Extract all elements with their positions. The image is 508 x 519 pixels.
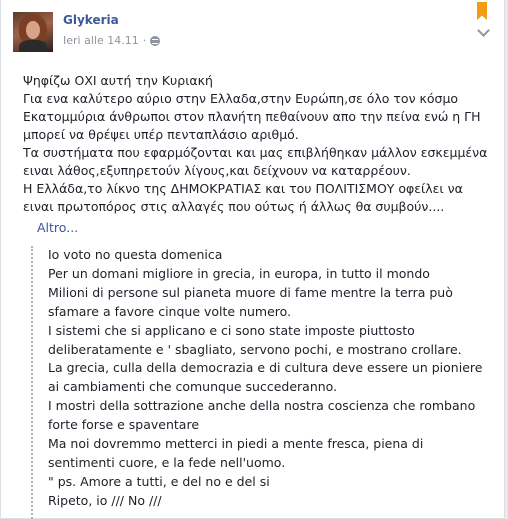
greek-text-line: Τα συστήματα που εφαρμόζονται και μας επ… [23,145,488,160]
bookmark-icon[interactable] [477,2,487,20]
see-more-link[interactable]: Altro... [37,220,78,235]
greek-text-line: Για ενα καλύτερο αύριο στην Ελλαδα,στην … [23,91,459,106]
italian-text-line: Io voto no questa domenica [48,247,223,262]
globe-icon[interactable] [150,35,161,46]
greek-text-line: Εκατομμύρια άνθρωποι στον πλανήτη πεθαίν… [23,109,481,124]
author-name[interactable]: Glykeria [63,13,119,27]
italian-text-line: I sistemi che si applicano e ci sono sta… [48,322,415,338]
post-meta: Ieri alle 14.11 · [63,34,161,47]
chevron-down-icon[interactable] [477,24,490,37]
italian-text-line: sfamare a favore cinque volte numero. [48,303,292,319]
italian-text-line: forte forse e spaventare [48,417,200,433]
italian-text-line: Ma noi dovremmo metterci in piedi a ment… [48,436,424,452]
italian-text-line: Per un domani migliore in grecia, in eur… [48,265,430,281]
greek-text-line: ειναι πρωτοπόρος στις αλλαγές που ούτως … [23,199,445,214]
greek-text-line: μπορεί να θρέψει υπέρ πενταπλάσιο αριθμό… [23,127,299,142]
italian-text-line: Ripeto, io /// No /// [48,492,162,508]
meta-separator: · [142,34,147,47]
italian-text-line: I mostri della sottrazione anche della n… [48,398,476,414]
post-text-greek: Ψηφίζω ΟΧΙ αυτή την Κυριακή Για ενα καλύτ… [23,72,501,216]
post-timestamp[interactable]: Ieri alle 14.11 [63,34,139,47]
italian-text-line: sentimenti cuore, e la fede nell'uomo. [48,454,286,470]
greek-text-line: Η Ελλάδα,το λίκνο της ΔΗΜΟΚΡΑΤΙΑΣ και το… [23,181,463,196]
translation-block: Io voto no questa domenica Per un domani … [31,246,501,519]
greek-text-line: Ψηφίζω ΟΧΙ αυτή την Κυριακή [23,73,213,88]
avatar[interactable] [13,12,53,52]
italian-text-line: La grecia, culla della democrazia e di c… [48,360,483,376]
italian-text-line: " ps. Amore a tutti, e del no e del si [48,473,270,489]
italian-text-line: Milioni di persone sul pianeta muore di … [48,284,453,300]
italian-text-line: deliberatamente e ' sbagliato, servono p… [48,341,462,357]
post-card: Glykeria Ieri alle 14.11 · Ψηφίζω ΟΧΙ αυ… [0,0,505,519]
italian-text-line: ai cambiamenti che comunque succederanno… [48,379,338,395]
greek-text-line: ειναι λάθος,εξυπηρετούν λίγους,και δείχν… [23,163,411,178]
